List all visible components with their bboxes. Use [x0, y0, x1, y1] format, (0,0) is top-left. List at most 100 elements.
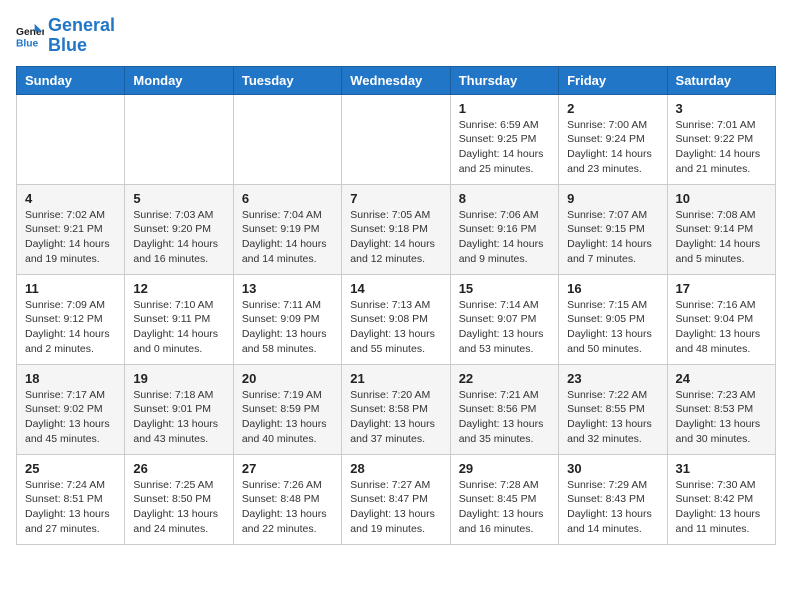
calendar-cell: 17 Sunrise: 7:16 AM Sunset: 9:04 PM Dayli…	[667, 274, 775, 364]
day-info: Sunrise: 7:10 AM Sunset: 9:11 PM Dayligh…	[133, 298, 224, 357]
calendar-cell: 28 Sunrise: 7:27 AM Sunset: 8:47 PM Dayli…	[342, 454, 450, 544]
svg-text:General: General	[16, 27, 44, 38]
calendar-cell: 22 Sunrise: 7:21 AM Sunset: 8:56 PM Dayli…	[450, 364, 558, 454]
day-info: Sunrise: 7:16 AM Sunset: 9:04 PM Dayligh…	[676, 298, 767, 357]
calendar-cell: 16Sunrise: 7:15 AM Sunset: 9:05 PM Dayli…	[559, 274, 667, 364]
calendar-cell	[17, 94, 125, 184]
day-number: 5	[133, 191, 224, 206]
day-info: Sunrise: 7:24 AM Sunset: 8:51 PM Dayligh…	[25, 478, 116, 537]
day-number: 13	[242, 281, 333, 296]
calendar-cell: 26 Sunrise: 7:25 AM Sunset: 8:50 PM Dayli…	[125, 454, 233, 544]
day-info: Sunrise: 7:11 AM Sunset: 9:09 PM Dayligh…	[242, 298, 333, 357]
calendar-cell	[125, 94, 233, 184]
logo-icon: General Blue	[16, 22, 44, 50]
day-info: Sunrise: 7:01 AM Sunset: 9:22 PM Dayligh…	[676, 118, 767, 177]
weekday-header: Monday	[125, 66, 233, 94]
day-info: Sunrise: 7:25 AM Sunset: 8:50 PM Dayligh…	[133, 478, 224, 537]
calendar-cell: 23 Sunrise: 7:22 AM Sunset: 8:55 PM Dayli…	[559, 364, 667, 454]
day-info: Sunrise: 7:03 AM Sunset: 9:20 PM Dayligh…	[133, 208, 224, 267]
day-number: 27	[242, 461, 333, 476]
day-info: Sunrise: 6:59 AM Sunset: 9:25 PM Dayligh…	[459, 118, 550, 177]
day-number: 4	[25, 191, 116, 206]
day-info: Sunrise: 7:18 AM Sunset: 9:01 PM Dayligh…	[133, 388, 224, 447]
day-number: 29	[459, 461, 550, 476]
day-info: Sunrise: 7:21 AM Sunset: 8:56 PM Dayligh…	[459, 388, 550, 447]
calendar-week-row: 18 Sunrise: 7:17 AM Sunset: 9:02 PM Dayli…	[17, 364, 776, 454]
day-number: 30	[567, 461, 658, 476]
calendar-cell: 4 Sunrise: 7:02 AM Sunset: 9:21 PM Daylig…	[17, 184, 125, 274]
day-number: 28	[350, 461, 441, 476]
calendar-cell: 14Sunrise: 7:13 AM Sunset: 9:08 PM Dayli…	[342, 274, 450, 364]
day-info: Sunrise: 7:14 AM Sunset: 9:07 PM Dayligh…	[459, 298, 550, 357]
calendar-cell: 25 Sunrise: 7:24 AM Sunset: 8:51 PM Dayli…	[17, 454, 125, 544]
day-info: Sunrise: 7:28 AM Sunset: 8:45 PM Dayligh…	[459, 478, 550, 537]
calendar-cell: 5 Sunrise: 7:03 AM Sunset: 9:20 PM Daylig…	[125, 184, 233, 274]
page-header: General Blue GeneralBlue	[16, 16, 776, 56]
day-number: 6	[242, 191, 333, 206]
day-info: Sunrise: 7:04 AM Sunset: 9:19 PM Dayligh…	[242, 208, 333, 267]
day-number: 18	[25, 371, 116, 386]
day-info: Sunrise: 7:30 AM Sunset: 8:42 PM Dayligh…	[676, 478, 767, 537]
calendar-cell: 20Sunrise: 7:19 AM Sunset: 8:59 PM Dayli…	[233, 364, 341, 454]
day-info: Sunrise: 7:08 AM Sunset: 9:14 PM Dayligh…	[676, 208, 767, 267]
calendar-week-row: 4 Sunrise: 7:02 AM Sunset: 9:21 PM Daylig…	[17, 184, 776, 274]
day-number: 9	[567, 191, 658, 206]
calendar-cell: 27 Sunrise: 7:26 AM Sunset: 8:48 PM Dayli…	[233, 454, 341, 544]
calendar-week-row: 11 Sunrise: 7:09 AM Sunset: 9:12 PM Dayli…	[17, 274, 776, 364]
day-number: 26	[133, 461, 224, 476]
calendar-cell: 2Sunrise: 7:00 AM Sunset: 9:24 PM Daylig…	[559, 94, 667, 184]
day-number: 12	[133, 281, 224, 296]
calendar-cell: 8 Sunrise: 7:06 AM Sunset: 9:16 PM Daylig…	[450, 184, 558, 274]
day-number: 2	[567, 101, 658, 116]
day-number: 24	[676, 371, 767, 386]
day-number: 19	[133, 371, 224, 386]
day-number: 17	[676, 281, 767, 296]
day-info: Sunrise: 7:07 AM Sunset: 9:15 PM Dayligh…	[567, 208, 658, 267]
svg-text:Blue: Blue	[16, 38, 39, 49]
day-number: 21	[350, 371, 441, 386]
calendar-cell: 18 Sunrise: 7:17 AM Sunset: 9:02 PM Dayli…	[17, 364, 125, 454]
calendar-cell: 10 Sunrise: 7:08 AM Sunset: 9:14 PM Dayli…	[667, 184, 775, 274]
calendar-cell: 13 Sunrise: 7:11 AM Sunset: 9:09 PM Dayli…	[233, 274, 341, 364]
calendar-cell: 12 Sunrise: 7:10 AM Sunset: 9:11 PM Dayli…	[125, 274, 233, 364]
day-number: 11	[25, 281, 116, 296]
calendar-cell: 30Sunrise: 7:29 AM Sunset: 8:43 PM Dayli…	[559, 454, 667, 544]
day-number: 22	[459, 371, 550, 386]
day-number: 25	[25, 461, 116, 476]
day-number: 31	[676, 461, 767, 476]
calendar-cell: 29 Sunrise: 7:28 AM Sunset: 8:45 PM Dayli…	[450, 454, 558, 544]
calendar-week-row: 1 Sunrise: 6:59 AM Sunset: 9:25 PM Daylig…	[17, 94, 776, 184]
calendar-cell: 3Sunrise: 7:01 AM Sunset: 9:22 PM Daylig…	[667, 94, 775, 184]
calendar-cell: 19 Sunrise: 7:18 AM Sunset: 9:01 PM Dayli…	[125, 364, 233, 454]
day-number: 8	[459, 191, 550, 206]
day-info: Sunrise: 7:27 AM Sunset: 8:47 PM Dayligh…	[350, 478, 441, 537]
calendar-cell: 7Sunrise: 7:05 AM Sunset: 9:18 PM Daylig…	[342, 184, 450, 274]
calendar-cell: 21 Sunrise: 7:20 AM Sunset: 8:58 PM Dayli…	[342, 364, 450, 454]
weekday-header: Thursday	[450, 66, 558, 94]
logo-text: GeneralBlue	[48, 16, 115, 56]
logo: General Blue GeneralBlue	[16, 16, 115, 56]
day-number: 10	[676, 191, 767, 206]
day-number: 23	[567, 371, 658, 386]
calendar-table: SundayMondayTuesdayWednesdayThursdayFrid…	[16, 66, 776, 545]
day-info: Sunrise: 7:06 AM Sunset: 9:16 PM Dayligh…	[459, 208, 550, 267]
calendar-cell	[342, 94, 450, 184]
weekday-header: Tuesday	[233, 66, 341, 94]
day-number: 1	[459, 101, 550, 116]
calendar-cell: 15 Sunrise: 7:14 AM Sunset: 9:07 PM Dayli…	[450, 274, 558, 364]
day-number: 7	[350, 191, 441, 206]
day-info: Sunrise: 7:20 AM Sunset: 8:58 PM Dayligh…	[350, 388, 441, 447]
calendar-cell: 11 Sunrise: 7:09 AM Sunset: 9:12 PM Dayli…	[17, 274, 125, 364]
day-info: Sunrise: 7:26 AM Sunset: 8:48 PM Dayligh…	[242, 478, 333, 537]
day-number: 15	[459, 281, 550, 296]
weekday-header: Saturday	[667, 66, 775, 94]
day-info: Sunrise: 7:22 AM Sunset: 8:55 PM Dayligh…	[567, 388, 658, 447]
day-info: Sunrise: 7:17 AM Sunset: 9:02 PM Dayligh…	[25, 388, 116, 447]
calendar-cell: 6 Sunrise: 7:04 AM Sunset: 9:19 PM Daylig…	[233, 184, 341, 274]
weekday-header: Wednesday	[342, 66, 450, 94]
day-number: 14	[350, 281, 441, 296]
day-info: Sunrise: 7:02 AM Sunset: 9:21 PM Dayligh…	[25, 208, 116, 267]
calendar-week-row: 25 Sunrise: 7:24 AM Sunset: 8:51 PM Dayli…	[17, 454, 776, 544]
day-info: Sunrise: 7:09 AM Sunset: 9:12 PM Dayligh…	[25, 298, 116, 357]
calendar-cell: 24Sunrise: 7:23 AM Sunset: 8:53 PM Dayli…	[667, 364, 775, 454]
